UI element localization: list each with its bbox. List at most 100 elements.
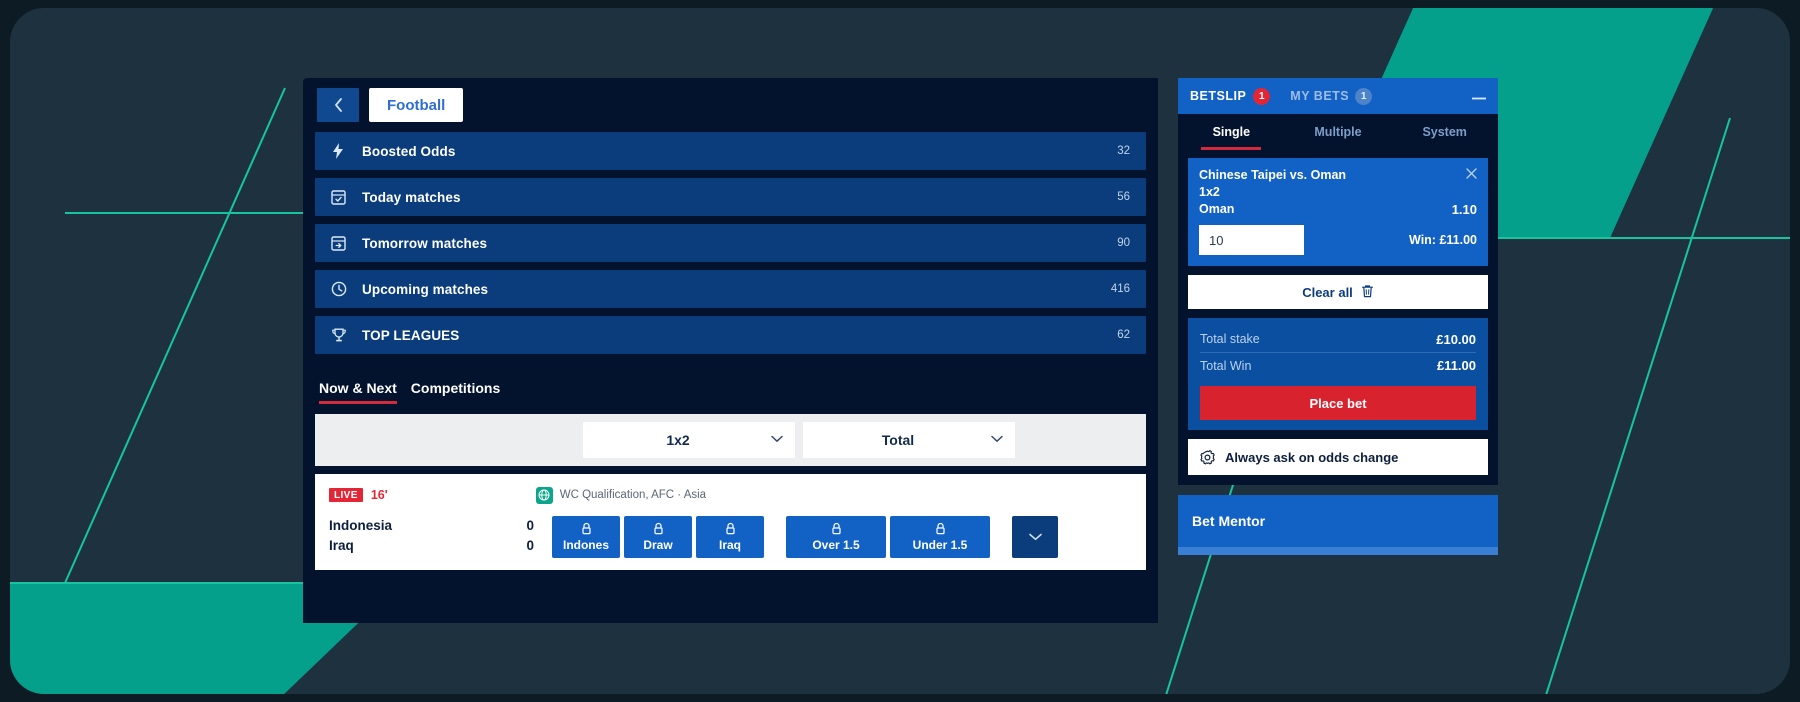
live-badge: LIVE xyxy=(329,488,363,502)
sport-tab-football[interactable]: Football xyxy=(369,88,464,122)
main-content-panel: Football Boosted Odds 32 Today matches 5… xyxy=(303,78,1158,623)
betslip-tab-label: System xyxy=(1422,125,1467,139)
nav-item-count: 56 xyxy=(1117,191,1130,203)
nav-item-count: 32 xyxy=(1117,145,1130,157)
odds-button-label: Over 1.5 xyxy=(812,538,860,552)
nav-item-label: TOP LEAGUES xyxy=(362,327,460,343)
clock-icon xyxy=(331,280,353,298)
bet-item-selection: Oman xyxy=(1199,202,1235,216)
stake-input[interactable] xyxy=(1199,225,1304,255)
odds-button-under[interactable]: Under 1.5 xyxy=(890,516,990,558)
bet-item: Chinese Taipei vs. Oman 1x2 Oman 1.10 Wi… xyxy=(1188,158,1488,266)
lock-icon xyxy=(581,522,592,537)
betslip-header: BETSLIP 1 MY BETS 1 xyxy=(1178,78,1498,114)
betslip-count-badge: 1 xyxy=(1253,87,1271,105)
clear-all-button[interactable]: Clear all xyxy=(1188,275,1488,309)
nav-item-label: Tomorrow matches xyxy=(362,235,488,251)
away-team-name: Iraq xyxy=(329,538,354,553)
market-select-1x2-label: 1x2 xyxy=(666,432,690,448)
tab-competitions[interactable]: Competitions xyxy=(411,380,500,404)
chevron-down-icon xyxy=(1028,530,1042,544)
sub-tabs: Now & Next Competitions xyxy=(303,362,1158,404)
nav-item-today-matches[interactable]: Today matches 56 xyxy=(315,178,1146,216)
trophy-icon xyxy=(331,326,353,344)
bolt-icon xyxy=(331,142,353,160)
total-stake-value: £10.00 xyxy=(1436,331,1476,347)
minimize-icon[interactable] xyxy=(1472,88,1486,104)
total-stake-label: Total stake xyxy=(1200,332,1260,346)
calendar-today-icon xyxy=(331,188,353,206)
top-bar: Football xyxy=(303,78,1158,132)
nav-item-label: Upcoming matches xyxy=(362,281,489,297)
betslip-tabs: Single Multiple System xyxy=(1178,114,1498,150)
odds-change-label: Always ask on odds change xyxy=(1225,449,1399,465)
market-selector-bar: 1x2 Total xyxy=(315,414,1146,466)
expand-markets-button[interactable] xyxy=(1012,516,1058,558)
odds-button-label: Indones xyxy=(562,538,609,552)
team-row-away: Iraq 0 xyxy=(329,536,534,556)
nav-item-count: 90 xyxy=(1117,237,1130,249)
odds-button-label: Draw xyxy=(643,538,673,552)
clear-all-label: Clear all xyxy=(1302,284,1353,300)
place-bet-label: Place bet xyxy=(1309,395,1367,411)
home-team-name: Indonesia xyxy=(329,518,393,533)
team-list[interactable]: Indonesia 0 Iraq 0 xyxy=(329,516,534,556)
trash-icon xyxy=(1361,284,1374,301)
odds-button-over[interactable]: Over 1.5 xyxy=(786,516,886,558)
betslip-tab-system[interactable]: System xyxy=(1391,114,1498,150)
odds-button-away[interactable]: Iraq xyxy=(696,516,764,558)
close-icon[interactable] xyxy=(1466,168,1477,181)
competition-info: WC Qualification, AFC · Asia xyxy=(535,486,706,504)
right-sidebar: BETSLIP 1 MY BETS 1 Single Multiple Syst… xyxy=(1178,78,1498,623)
back-button[interactable] xyxy=(317,88,359,122)
my-bets-tab[interactable]: MY BETS xyxy=(1290,89,1349,103)
away-team-score: 0 xyxy=(526,538,534,553)
lock-icon xyxy=(725,522,736,537)
sport-tab-label: Football xyxy=(387,96,446,114)
lock-icon xyxy=(653,522,664,537)
betslip-body: Chinese Taipei vs. Oman 1x2 Oman 1.10 Wi… xyxy=(1178,150,1498,430)
tab-label: Now & Next xyxy=(319,380,397,396)
bet-item-stake-row: Win: £11.00 xyxy=(1199,225,1477,255)
bet-mentor-panel[interactable]: Bet Mentor xyxy=(1178,495,1498,555)
betslip-tab-multiple[interactable]: Multiple xyxy=(1285,114,1392,150)
chevron-down-icon xyxy=(991,434,1003,446)
my-bets-count-badge: 1 xyxy=(1355,87,1373,105)
lock-icon xyxy=(831,522,842,537)
total-win-value: £11.00 xyxy=(1436,358,1476,373)
total-win-row: Total Win £11.00 xyxy=(1200,352,1476,378)
nav-list: Boosted Odds 32 Today matches 56 Tomorro… xyxy=(303,132,1158,362)
match-minute: 16' xyxy=(370,488,388,502)
globe-flag-icon xyxy=(535,486,553,504)
gear-icon xyxy=(1200,449,1215,465)
bet-item-odds: 1.10 xyxy=(1451,202,1477,217)
bet-item-top-row: Chinese Taipei vs. Oman xyxy=(1199,168,1477,183)
market-select-total-label: Total xyxy=(881,432,915,448)
totals-panel: Total stake £10.00 Total Win £11.00 Plac… xyxy=(1188,318,1488,430)
nav-item-top-leagues[interactable]: TOP LEAGUES 62 xyxy=(315,316,1146,354)
odds-button-draw[interactable]: Draw xyxy=(624,516,692,558)
odds-button-label: Iraq xyxy=(718,538,741,552)
odds-change-setting[interactable]: Always ask on odds change xyxy=(1188,439,1488,475)
odds-group-total: Over 1.5 Under 1.5 xyxy=(786,516,990,558)
nav-item-count: 62 xyxy=(1117,329,1130,341)
nav-item-count: 416 xyxy=(1110,283,1130,295)
betslip-tab-label: Multiple xyxy=(1314,125,1362,139)
nav-item-boosted-odds[interactable]: Boosted Odds 32 xyxy=(315,132,1146,170)
market-select-1x2[interactable]: 1x2 xyxy=(583,422,795,458)
nav-item-upcoming-matches[interactable]: Upcoming matches 416 xyxy=(315,270,1146,308)
betslip-tab-label: Single xyxy=(1212,125,1251,139)
total-stake-row: Total stake £10.00 xyxy=(1200,326,1476,352)
tab-label: Competitions xyxy=(410,380,501,396)
nav-item-tomorrow-matches[interactable]: Tomorrow matches 90 xyxy=(315,224,1146,262)
bet-item-selection-row: Oman 1.10 xyxy=(1199,202,1477,217)
calendar-next-icon xyxy=(331,234,353,252)
bet-item-market: 1x2 xyxy=(1199,185,1220,199)
tab-now-and-next[interactable]: Now & Next xyxy=(319,380,397,404)
place-bet-button[interactable]: Place bet xyxy=(1200,386,1476,420)
odds-button-home[interactable]: Indones xyxy=(552,516,620,558)
betslip-tab-single[interactable]: Single xyxy=(1178,114,1285,150)
bet-item-win: Win: £11.00 xyxy=(1409,233,1477,247)
betslip-title: BETSLIP xyxy=(1190,89,1247,103)
market-select-total[interactable]: Total xyxy=(803,422,1015,458)
